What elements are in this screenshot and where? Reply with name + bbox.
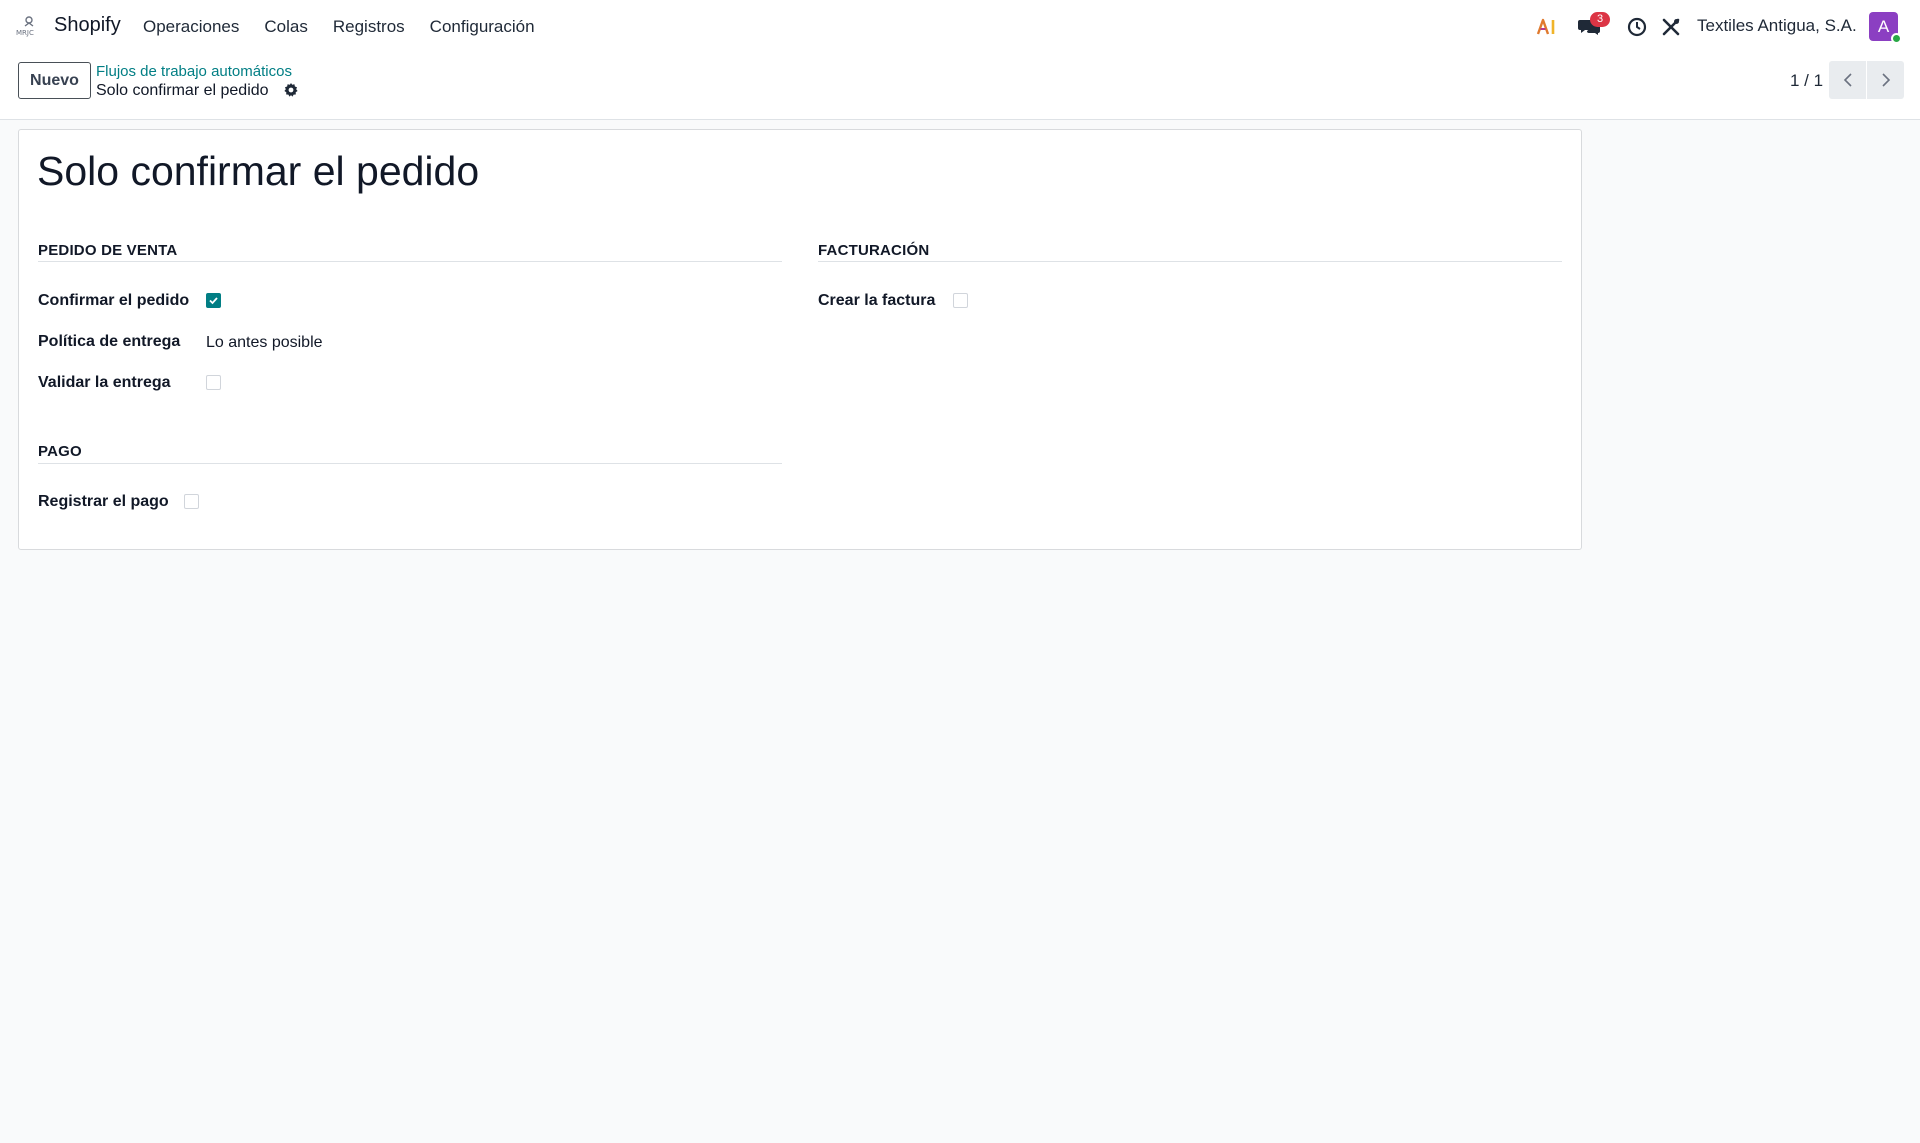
record-title[interactable]: Solo confirmar el pedido <box>37 148 479 195</box>
menu-item-colas[interactable]: Colas <box>264 17 307 37</box>
online-status-icon <box>1891 33 1902 44</box>
menu-item-configuracion[interactable]: Configuración <box>430 17 535 37</box>
breadcrumb-current: Solo confirmar el pedido <box>96 82 269 99</box>
user-avatar[interactable]: A <box>1869 12 1902 44</box>
messages-button[interactable]: 3 <box>1572 0 1610 53</box>
section-divider <box>818 261 1562 262</box>
section-title-payment: PAGO <box>38 443 82 460</box>
pager-value[interactable]: 1 / 1 <box>1790 71 1823 91</box>
svg-text:MRJC: MRJC <box>16 29 34 37</box>
chevron-right-icon <box>1881 73 1890 87</box>
checkmark-icon <box>209 297 218 305</box>
new-button[interactable]: Nuevo <box>18 62 91 99</box>
avatar-initial: A <box>1877 16 1890 36</box>
confirm-order-checkbox[interactable] <box>206 293 221 308</box>
app-logo-icon[interactable]: MRJC <box>15 15 44 37</box>
section-title-sales-order: PEDIDO DE VENTA <box>38 242 178 259</box>
form-sheet: Solo confirmar el pedido PEDIDO DE VENTA… <box>18 129 1582 550</box>
section-title-invoicing: FACTURACIÓN <box>818 242 930 259</box>
validate-delivery-label: Validar la entrega <box>38 374 171 391</box>
breadcrumb-parent-link[interactable]: Flujos de trabajo automáticos <box>96 63 292 80</box>
debug-tools-icon[interactable] <box>1659 0 1683 53</box>
delivery-policy-label: Política de entrega <box>38 333 181 350</box>
company-switcher[interactable]: Textiles Antigua, S.A. <box>1697 16 1857 36</box>
messages-badge: 3 <box>1590 12 1610 27</box>
pager-next-button[interactable] <box>1867 61 1904 99</box>
menu-item-registros[interactable]: Registros <box>333 17 405 37</box>
register-payment-label: Registrar el pago <box>38 493 169 510</box>
validate-delivery-checkbox[interactable] <box>206 375 221 390</box>
activity-clock-icon[interactable] <box>1625 0 1649 53</box>
top-navbar: MRJC Shopify Operaciones Colas Registros… <box>0 0 1920 53</box>
delivery-policy-value[interactable]: Lo antes posible <box>206 334 323 352</box>
app-name[interactable]: Shopify <box>54 14 121 37</box>
pager-previous-button[interactable] <box>1829 61 1866 99</box>
ai-icon[interactable] <box>1534 0 1560 53</box>
chevron-left-icon <box>1843 73 1852 87</box>
menu-item-operaciones[interactable]: Operaciones <box>143 17 239 37</box>
gear-icon[interactable] <box>283 82 299 98</box>
section-divider <box>38 463 782 464</box>
confirm-order-label: Confirmar el pedido <box>38 292 190 309</box>
section-divider <box>38 261 782 262</box>
control-panel: Nuevo Flujos de trabajo automáticos Solo… <box>0 53 1920 120</box>
register-payment-checkbox[interactable] <box>184 494 199 509</box>
create-invoice-label: Crear la factura <box>818 292 936 309</box>
main-menu: Operaciones Colas Registros Configuració… <box>143 17 560 37</box>
create-invoice-checkbox[interactable] <box>953 293 968 308</box>
